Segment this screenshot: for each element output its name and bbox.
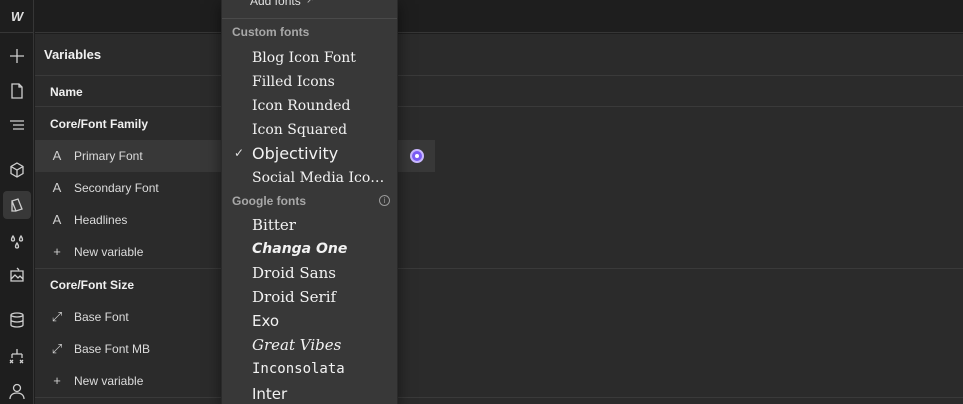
font-option[interactable]: Icon Squared <box>252 122 392 138</box>
check-icon: ✓ <box>234 146 245 160</box>
components-icon[interactable] <box>3 156 31 184</box>
variable-label: Primary Font <box>74 149 143 163</box>
resize-icon: ⤢ <box>51 309 63 324</box>
divider <box>35 397 963 398</box>
column-header-name: Name <box>50 85 83 99</box>
user-icon[interactable] <box>3 377 31 404</box>
font-option[interactable]: Droid Serif <box>252 288 392 306</box>
plus-icon: + <box>53 373 61 388</box>
variable-row-secondary-font[interactable]: A Secondary Font <box>35 172 963 204</box>
font-option[interactable]: Bitter <box>252 216 392 234</box>
variable-label: Secondary Font <box>74 181 159 195</box>
font-option[interactable]: Inter <box>252 385 392 403</box>
font-option[interactable]: Inconsolata <box>252 361 392 377</box>
plus-icon: + <box>53 244 61 259</box>
table-header: Name <box>35 75 963 107</box>
group-row[interactable]: Core/Font Size <box>35 269 963 301</box>
external-link-icon[interactable]: ↗ <box>306 0 314 6</box>
selected-indicator <box>410 149 424 163</box>
variables-panel: Variables Name Core/Font Family A Primar… <box>35 34 963 404</box>
database-icon[interactable] <box>3 306 31 334</box>
new-variable-button[interactable]: + New variable <box>35 236 963 268</box>
variable-row-base-font-mb[interactable]: ⤢ Base Font MB <box>35 333 963 365</box>
resize-icon: ⤢ <box>51 341 63 356</box>
divider <box>222 18 397 19</box>
font-option[interactable]: Great Vibes <box>252 336 392 354</box>
variable-label: Base Font <box>74 310 129 324</box>
google-fonts-heading: Google fonts <box>232 194 306 208</box>
font-dropdown[interactable]: Add fonts ↗ Custom fonts Blog Icon Font … <box>221 0 398 404</box>
info-icon[interactable]: i <box>379 195 390 206</box>
variables-icon[interactable] <box>3 191 31 219</box>
font-option[interactable]: Changa One <box>252 241 392 257</box>
top-bar <box>35 0 963 33</box>
assets-icon[interactable] <box>3 262 31 290</box>
variable-row-headlines[interactable]: A Headlines <box>35 204 963 236</box>
font-option[interactable]: Icon Rounded <box>252 98 392 114</box>
group-label: Core/Font Size <box>50 278 135 292</box>
navigator-icon[interactable] <box>3 111 31 139</box>
add-icon[interactable] <box>3 42 31 70</box>
variable-row-base-font[interactable]: ⤢ Base Font <box>35 301 963 333</box>
font-icon: A <box>52 212 62 227</box>
variable-label: Base Font MB <box>74 342 151 356</box>
font-option[interactable]: Exo <box>252 312 392 330</box>
group-label: Core/Font Family <box>50 117 149 131</box>
group-row[interactable]: Core/Font Family <box>35 108 963 140</box>
font-option[interactable]: Social Media Icon ... <box>252 170 392 186</box>
drops-icon[interactable] <box>3 228 31 256</box>
logic-icon[interactable] <box>3 342 31 370</box>
font-option[interactable]: Filled Icons <box>252 74 392 90</box>
font-icon: A <box>52 180 62 195</box>
font-option[interactable]: Blog Icon Font <box>252 50 392 66</box>
panel-title: Variables <box>44 47 102 62</box>
variable-label: Headlines <box>74 213 128 227</box>
left-toolbar: W <box>0 0 34 404</box>
webflow-logo[interactable]: W <box>0 0 34 33</box>
font-option-selected[interactable]: Objectivity <box>252 144 392 163</box>
custom-fonts-heading: Custom fonts <box>232 25 310 39</box>
variable-label: New variable <box>74 374 144 388</box>
variable-label: New variable <box>74 245 144 259</box>
logo-text: W <box>10 8 24 24</box>
page-icon[interactable] <box>3 77 31 105</box>
font-icon: A <box>52 148 62 163</box>
font-option[interactable]: Droid Sans <box>252 264 392 282</box>
new-variable-button[interactable]: + New variable <box>35 365 963 397</box>
add-fonts-link[interactable]: Add fonts <box>250 0 301 8</box>
